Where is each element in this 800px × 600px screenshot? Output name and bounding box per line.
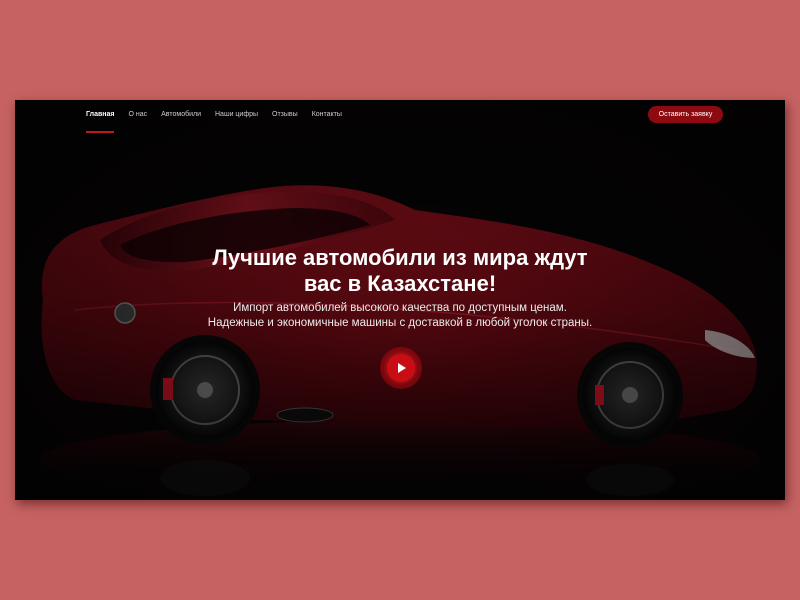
hero-title-line2: вас в Казахстане! — [303, 271, 497, 296]
hero-subtitle: Импорт автомобилей высокого качества по … — [135, 301, 665, 331]
hero-car-image — [15, 100, 785, 500]
nav-item-home[interactable]: Главная — [86, 108, 114, 122]
hero-title-line1: Лучшие автомобили из мира ждут — [212, 245, 588, 270]
landing-page-frame: Главная О нас Автомобили Наши цифры Отзы… — [15, 100, 785, 500]
nav-item-cars[interactable]: Автомобили — [161, 108, 201, 122]
play-video-button[interactable] — [380, 347, 422, 389]
main-nav: Главная О нас Автомобили Наши цифры Отзы… — [86, 108, 342, 122]
hero-subtitle-line1: Импорт автомобилей высокого качества по … — [233, 302, 567, 314]
hero-subtitle-line2: Надежные и экономичные машины с доставко… — [207, 317, 593, 329]
play-button-core[interactable] — [387, 354, 415, 382]
nav-item-reviews[interactable]: Отзывы — [272, 108, 298, 122]
hero-title: Лучшие автомобили из мира ждут вас в Каз… — [165, 245, 635, 297]
nav-item-about[interactable]: О нас — [128, 108, 147, 122]
nav-item-contacts[interactable]: Контакты — [312, 108, 342, 122]
submit-request-button[interactable]: Оставить заявку — [648, 106, 723, 123]
play-icon — [398, 363, 406, 373]
nav-active-indicator — [86, 131, 114, 133]
nav-item-numbers[interactable]: Наши цифры — [215, 108, 258, 122]
